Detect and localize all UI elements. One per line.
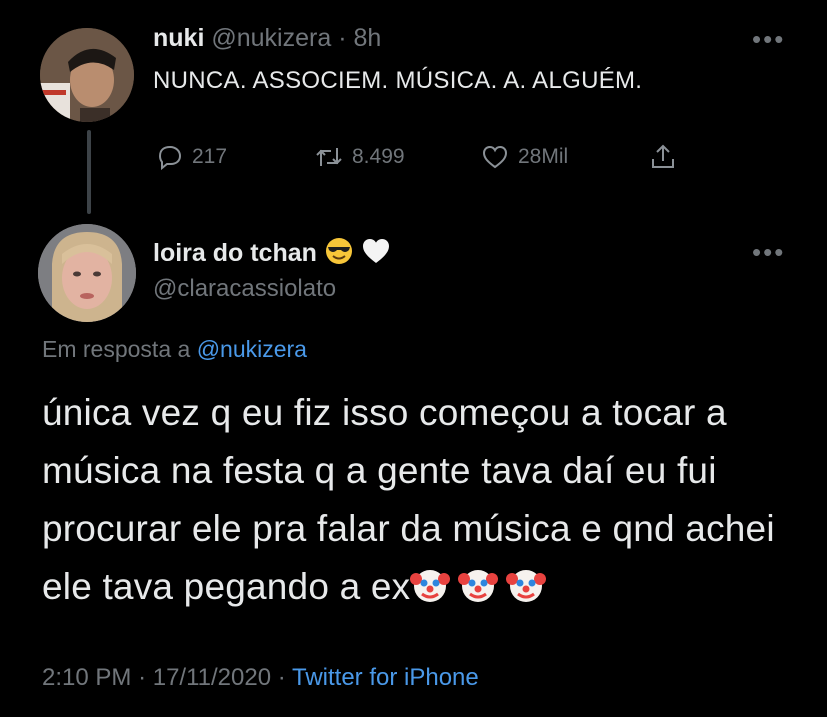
share-icon xyxy=(652,144,674,168)
tweet1-time[interactable]: 8h xyxy=(353,24,381,52)
tweet1-author-name[interactable]: nuki xyxy=(153,24,204,52)
white-heart-emoji-icon xyxy=(361,236,391,273)
tweet2-author-name[interactable]: loira do tchan xyxy=(153,239,317,267)
tweet1-separator: · xyxy=(338,24,347,52)
like-count: 28Mil xyxy=(518,145,569,168)
clown-emoji-icon xyxy=(458,564,499,604)
retweet-icon xyxy=(316,148,342,166)
tweet1-text: NUNCA. ASSOCIEM. MÚSICA. A. ALGUÉM. xyxy=(153,67,643,94)
thread-line xyxy=(87,130,91,214)
tweet2-author-handle[interactable]: @claracassiolato xyxy=(153,275,336,303)
sunglasses-emoji-icon xyxy=(324,236,354,273)
avatar-photo-icon xyxy=(38,224,136,322)
tweet2-meta: 2:10 PM · 17/11/2020 · Twitter for iPhon… xyxy=(42,664,479,692)
tweet2-text: única vez q eu fiz isso começou a tocar … xyxy=(42,392,775,607)
avatar-photo-icon xyxy=(40,28,134,122)
tweet1-author-handle[interactable]: @nukizera xyxy=(211,24,331,52)
like-button[interactable]: 28Mil xyxy=(480,142,568,172)
tweet1-header: nuki @nukizera · 8h xyxy=(153,24,381,53)
tweet2-body: única vez q eu fiz isso começou a tocar … xyxy=(42,384,802,616)
more-icon[interactable]: ••• xyxy=(752,26,785,52)
reply-button[interactable]: 217 xyxy=(154,142,227,172)
reply-to-mention[interactable]: @nukizera xyxy=(197,336,307,362)
clown-emoji-icon xyxy=(410,564,451,604)
tweet2-date: 17/11/2020 xyxy=(152,664,272,691)
reply-to-prefix: Em resposta a xyxy=(42,336,191,362)
tweet2-header: loira do tchan xyxy=(153,236,391,273)
share-button[interactable] xyxy=(648,142,678,172)
avatar-loira[interactable] xyxy=(38,224,136,322)
retweet-button[interactable]: 8.499 xyxy=(314,142,405,172)
meta-separator: · xyxy=(277,664,286,691)
clown-emoji-icon xyxy=(506,564,547,604)
tweet2-source[interactable]: Twitter for iPhone xyxy=(292,664,479,691)
avatar-nuki[interactable] xyxy=(40,28,134,122)
meta-separator: · xyxy=(138,664,147,691)
tweet2-time: 2:10 PM xyxy=(42,664,132,691)
reply-count: 217 xyxy=(192,145,228,168)
reply-icon xyxy=(158,145,182,171)
more-icon[interactable]: ••• xyxy=(752,239,785,265)
retweet-count: 8.499 xyxy=(352,145,405,168)
reply-to-line: Em resposta a @nukizera xyxy=(42,336,307,363)
like-icon xyxy=(482,145,508,169)
tweet1-actions: 217 8.499 28Mil xyxy=(154,142,694,182)
